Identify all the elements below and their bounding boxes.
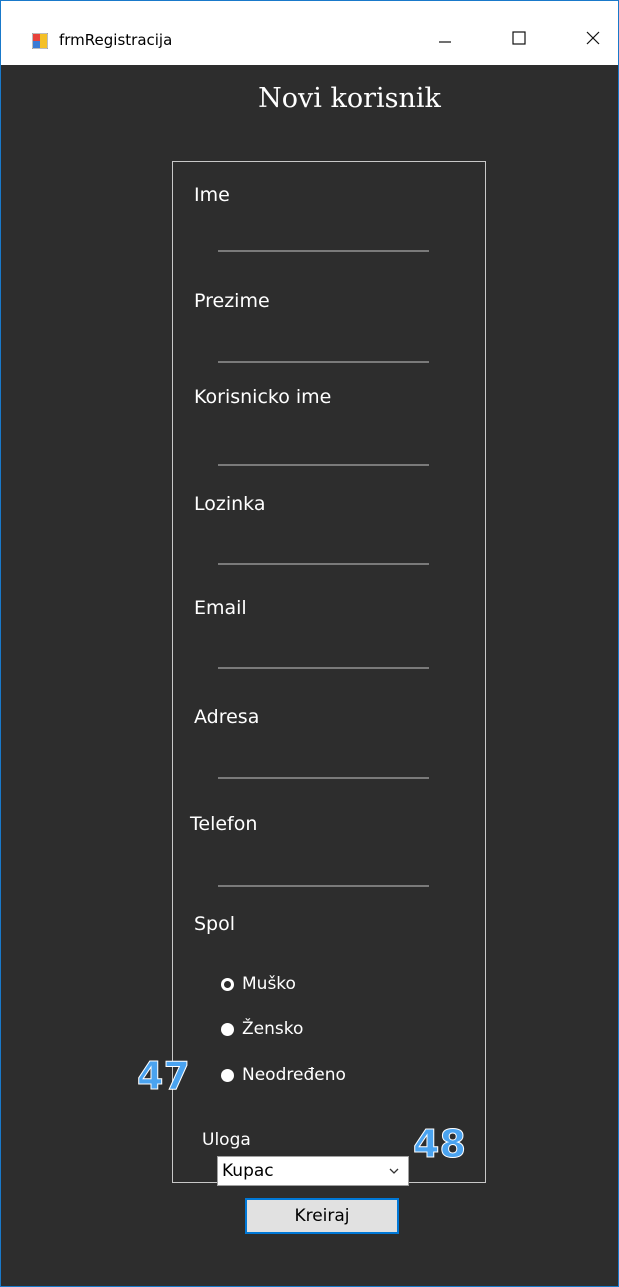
radio-male-label: Muško bbox=[242, 974, 296, 994]
app-window: frmRegistracija Novi korisnik Ime Prezim… bbox=[0, 0, 619, 1287]
radio-undefined-label: Neodređeno bbox=[242, 1065, 346, 1085]
radio-male[interactable]: Muško bbox=[221, 974, 296, 994]
phone-label: Telefon bbox=[190, 813, 258, 835]
username-field[interactable] bbox=[218, 436, 429, 466]
last-name-label: Prezime bbox=[194, 290, 270, 312]
window-title: frmRegistracija bbox=[59, 31, 173, 49]
annotation-marker: 48 bbox=[413, 1122, 467, 1167]
radio-undefined[interactable]: Neodređeno bbox=[221, 1065, 346, 1085]
maximize-button[interactable] bbox=[496, 19, 542, 57]
title-bar: frmRegistracija bbox=[1, 1, 618, 65]
close-icon bbox=[586, 31, 600, 45]
radio-checked-icon bbox=[221, 977, 234, 991]
username-label: Korisnicko ime bbox=[194, 386, 332, 408]
radio-female[interactable]: Žensko bbox=[221, 1019, 303, 1039]
address-field[interactable] bbox=[218, 749, 429, 779]
minimize-button[interactable] bbox=[422, 19, 468, 57]
first-name-field[interactable] bbox=[218, 222, 429, 252]
gender-label: Spol bbox=[194, 913, 236, 935]
radio-unchecked-icon bbox=[221, 1022, 234, 1036]
role-label: Uloga bbox=[202, 1130, 251, 1150]
email-field[interactable] bbox=[218, 639, 429, 669]
radio-female-label: Žensko bbox=[242, 1019, 304, 1039]
page-title: Novi korisnik bbox=[258, 83, 441, 114]
email-label: Email bbox=[194, 597, 247, 619]
role-select[interactable]: Kupac bbox=[217, 1156, 409, 1186]
password-label: Lozinka bbox=[194, 493, 266, 515]
close-button[interactable] bbox=[570, 19, 616, 57]
password-field[interactable] bbox=[218, 535, 429, 565]
minimize-icon bbox=[439, 41, 451, 43]
app-icon bbox=[32, 33, 48, 49]
form-body: Novi korisnik Ime Prezime Korisnicko ime… bbox=[1, 65, 618, 1286]
address-label: Adresa bbox=[194, 706, 260, 728]
maximize-icon bbox=[512, 31, 526, 45]
registration-group: Ime Prezime Korisnicko ime Lozinka Email… bbox=[172, 161, 486, 1186]
radio-unchecked-icon bbox=[221, 1068, 234, 1082]
first-name-label: Ime bbox=[194, 184, 230, 206]
create-button[interactable]: Kreiraj bbox=[245, 1198, 399, 1234]
phone-field[interactable] bbox=[218, 857, 429, 887]
annotation-marker: 47 bbox=[137, 1054, 191, 1099]
chevron-down-icon bbox=[389, 1168, 399, 1174]
role-selected-value: Kupac bbox=[222, 1161, 274, 1181]
last-name-field[interactable] bbox=[218, 333, 429, 363]
